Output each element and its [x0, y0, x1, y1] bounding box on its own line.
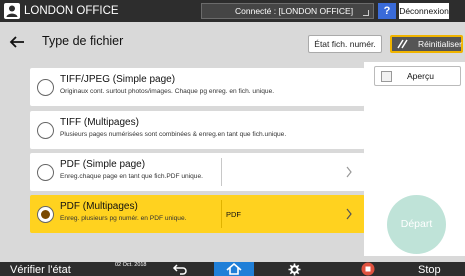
- radio-button[interactable]: [37, 122, 54, 139]
- date-display: 02 Oct. 2018: [115, 262, 147, 268]
- bottom-bar: Vérifier l'état 02 Oct. 2018 Stop: [0, 262, 465, 276]
- user-icon: [4, 3, 20, 19]
- header: Type de fichier État fich. numér. Réinit…: [0, 22, 465, 62]
- option-tiff-jpeg-single[interactable]: TIFF/JPEG (Simple page) Originaux cont. …: [30, 68, 365, 106]
- back-button[interactable]: [4, 29, 30, 55]
- option-pdf-single[interactable]: PDF (Simple page) Enreg.chaque page en t…: [30, 153, 365, 191]
- option-title: PDF (Simple page): [60, 159, 146, 170]
- reset-label: Réinitialiser: [418, 39, 462, 49]
- home-icon: [226, 263, 242, 275]
- option-description: Originaux cont. surtout photos/images. C…: [60, 88, 275, 95]
- stop-button[interactable]: Stop: [418, 263, 441, 276]
- preview-toggle[interactable]: Aperçu: [374, 66, 461, 86]
- chevron-right-icon[interactable]: [345, 208, 353, 220]
- option-description: Plusieurs pages numérisées sont combinée…: [60, 131, 287, 138]
- connection-status[interactable]: Connecté : [LONDON OFFICE]: [201, 3, 374, 19]
- logout-button[interactable]: Déconnexion: [399, 3, 449, 19]
- expand-icon: [363, 10, 369, 16]
- connection-label: Connecté : [LONDON OFFICE]: [235, 6, 354, 16]
- page-title: Type de fichier: [42, 34, 124, 48]
- option-pdf-multi[interactable]: PDF (Multipages) Enreg. plusieurs pg num…: [30, 195, 365, 233]
- check-status-button[interactable]: Vérifier l'état: [10, 263, 71, 276]
- divider: [221, 200, 222, 228]
- option-value: PDF: [226, 210, 241, 219]
- preview-checkbox[interactable]: [381, 71, 392, 82]
- energy-saver-icon[interactable]: [452, 4, 464, 18]
- radio-button[interactable]: [37, 79, 54, 96]
- top-bar: LONDON OFFICE Connecté : [LONDON OFFICE]…: [0, 0, 465, 22]
- preview-label: Aperçu: [407, 71, 434, 81]
- option-tiff-multi[interactable]: TIFF (Multipages) Plusieurs pages numéri…: [30, 111, 365, 149]
- right-pane: Aperçu Départ: [364, 62, 465, 256]
- radio-dot: [41, 210, 50, 219]
- divider: [221, 158, 222, 186]
- stop-icon[interactable]: [361, 262, 375, 276]
- option-description: Enreg. plusieurs pg numér. en PDF unique…: [60, 215, 187, 222]
- reset-button[interactable]: Réinitialiser: [390, 35, 463, 53]
- gear-icon: [288, 263, 301, 276]
- radio-button-selected[interactable]: [37, 206, 54, 223]
- settings-button[interactable]: [288, 263, 301, 276]
- option-title: TIFF/JPEG (Simple page): [60, 74, 176, 85]
- help-button[interactable]: ?: [378, 3, 396, 19]
- back-arrow-icon: [9, 36, 24, 48]
- file-type-list: TIFF/JPEG (Simple page) Originaux cont. …: [20, 62, 365, 256]
- start-button[interactable]: Départ: [387, 195, 446, 254]
- home-button[interactable]: [214, 262, 254, 276]
- option-title: PDF (Multipages): [60, 201, 138, 212]
- back-nav-button[interactable]: [172, 262, 188, 276]
- office-title: LONDON OFFICE: [24, 5, 119, 17]
- reset-icon: [397, 39, 408, 49]
- option-title: TIFF (Multipages): [60, 117, 139, 128]
- scan-file-state-button[interactable]: État fich. numér.: [308, 35, 382, 53]
- chevron-right-icon[interactable]: [345, 166, 353, 178]
- radio-button[interactable]: [37, 164, 54, 181]
- option-description: Enreg.chaque page en tant que fich.PDF u…: [60, 173, 203, 180]
- return-arrow-icon: [172, 264, 187, 275]
